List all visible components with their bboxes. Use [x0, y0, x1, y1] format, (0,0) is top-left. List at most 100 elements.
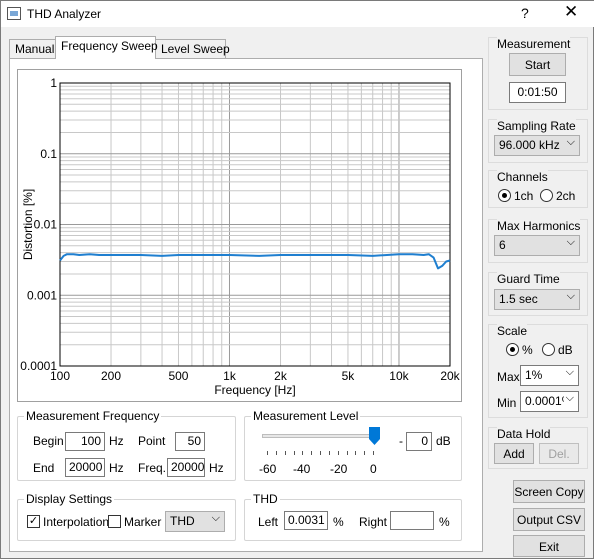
x-tick-label: 100: [50, 369, 70, 383]
measurement-level-title: Measurement Level: [251, 409, 361, 423]
title-bar: THD Analyzer ? ✕: [1, 1, 594, 27]
max-harmonics-select[interactable]: 6 ⌵: [494, 235, 580, 256]
measurement-title: Measurement: [497, 37, 571, 51]
channels-title: Channels: [497, 170, 548, 184]
app-icon: [7, 7, 21, 20]
level-slider-tick: [275, 451, 277, 455]
scale-min-select[interactable]: 0.0001% ⌵: [520, 391, 579, 412]
chevron-down-icon: ⌵: [565, 366, 574, 379]
sampling-rate-title: Sampling Rate: [497, 119, 576, 133]
freq-unit: Hz: [209, 461, 224, 475]
interpolation-checkbox[interactable]: ✓: [27, 515, 40, 528]
end-label: End: [33, 461, 55, 475]
begin-input[interactable]: 100: [65, 432, 105, 451]
scale-max-value: 1%: [525, 368, 543, 382]
freq-input[interactable]: 20000: [167, 458, 205, 477]
level-slider-tick: [302, 451, 304, 455]
x-tick-label: 200: [101, 369, 121, 383]
level-slider-thumb[interactable]: [369, 427, 380, 445]
add-button[interactable]: Add: [494, 443, 534, 464]
display-mode-value: THD: [170, 514, 195, 528]
x-tick-label: 1k: [223, 369, 237, 383]
y-tick-label: 0.01: [34, 218, 58, 232]
marker-label: Marker: [124, 515, 162, 529]
y-tick-label: 0.001: [27, 288, 57, 302]
level-input[interactable]: 0: [406, 432, 432, 451]
freq-label: Freq.: [138, 461, 167, 475]
guard-time-title: Guard Time: [497, 272, 560, 286]
tab-level-sweep[interactable]: Level Sweep: [155, 39, 230, 59]
y-tick-label: 0.1: [40, 147, 57, 161]
begin-label: Begin: [33, 434, 64, 448]
max-harmonics-title: Max Harmonics: [497, 219, 581, 233]
screen-copy-button[interactable]: Screen Copy: [513, 480, 585, 503]
level-slider-tick: [320, 451, 321, 455]
level-slider-tick: [346, 451, 348, 455]
measurement-frequency-title: Measurement Frequency: [24, 409, 162, 423]
tab-frequency-sweep[interactable]: Frequency Sweep: [55, 36, 158, 59]
scale-min-label: Min: [497, 396, 517, 410]
thd-analyzer-window: THD Analyzer ? ✕ Manual Frequency Sweep …: [0, 0, 594, 559]
exit-button[interactable]: Exit: [513, 535, 585, 557]
level-tick-label-0: 0: [370, 462, 377, 476]
chevron-down-icon: ⌵: [563, 392, 574, 405]
end-input[interactable]: 20000: [65, 458, 105, 477]
sampling-rate-select[interactable]: 96.000 kHz ⌵: [494, 135, 580, 156]
scale-percent-radio[interactable]: [506, 343, 519, 356]
x-tick-label: 20k: [440, 369, 460, 383]
display-mode-select[interactable]: THD ⌵: [165, 511, 225, 532]
data-hold-title: Data Hold: [497, 427, 551, 441]
level-slider-tick: [373, 451, 374, 455]
level-slider-tick: [355, 451, 357, 455]
sampling-rate-value: 96.000 kHz: [499, 138, 560, 152]
help-button[interactable]: ?: [521, 5, 529, 21]
level-slider-tick: [364, 451, 366, 455]
end-unit: Hz: [109, 461, 124, 475]
marker-checkbox[interactable]: [108, 515, 121, 528]
tab-manual[interactable]: Manual: [9, 39, 56, 59]
point-input[interactable]: 50: [175, 432, 205, 451]
channel-1ch-radio[interactable]: [498, 189, 511, 202]
level-minus-sign: -: [399, 434, 403, 448]
level-slider-tick: [284, 451, 286, 455]
delete-button[interactable]: Del.: [539, 443, 579, 464]
x-tick-label: 10k: [389, 369, 409, 383]
x-axis-label: Frequency [Hz]: [214, 383, 295, 397]
thd-right-unit: %: [439, 515, 450, 529]
interpolation-label: Interpolation: [43, 515, 110, 529]
scale-db-radio[interactable]: [542, 343, 555, 356]
close-button[interactable]: ✕: [564, 2, 578, 22]
begin-unit: Hz: [109, 434, 124, 448]
level-tick-label-60: -60: [259, 462, 277, 476]
level-slider-tick: [337, 451, 339, 455]
scale-max-label: Max: [497, 370, 520, 384]
scale-max-select[interactable]: 1% ⌵: [520, 365, 579, 386]
output-csv-button[interactable]: Output CSV: [513, 508, 585, 531]
thd-left-value: 0.0031: [284, 511, 328, 530]
thd-chart: 1 0.1 0.01 0.001 0.0001 100 200 500 1k 2k 5k 10k 20k…: [17, 69, 462, 402]
chevron-down-icon: ⌵: [211, 512, 220, 524]
chevron-down-icon: ⌵: [566, 136, 575, 148]
level-slider-track: [262, 434, 376, 438]
start-button[interactable]: Start: [509, 53, 566, 76]
chart-svg: 10.10.010.0010.0001100 200 500 1k 2k 5k 10k 20k…: [20, 76, 460, 397]
scale-db-label: dB: [558, 343, 573, 357]
scale-title: Scale: [497, 324, 528, 338]
level-slider-tick: [311, 451, 313, 455]
y-axis-label: Distortion [%]: [21, 189, 35, 260]
window-title: THD Analyzer: [27, 7, 102, 21]
guard-time-value: 1.5 sec: [499, 292, 538, 306]
guard-time-select[interactable]: 1.5 sec ⌵: [494, 289, 580, 310]
channel-1ch-label: 1ch: [514, 189, 534, 203]
thd-title: THD: [251, 492, 280, 506]
level-slider-tick: [328, 451, 330, 455]
scale-percent-label: %: [522, 343, 533, 357]
display-settings-title: Display Settings: [24, 492, 115, 506]
level-unit: dB: [436, 434, 451, 448]
level-tick-label-40: -40: [293, 462, 311, 476]
thd-right-label: Right: [359, 515, 388, 529]
thd-right-value: [390, 511, 434, 530]
elapsed-timer: 0:01:50: [509, 82, 566, 103]
y-tick-label: 1: [50, 76, 57, 90]
channel-2ch-radio[interactable]: [540, 189, 553, 202]
